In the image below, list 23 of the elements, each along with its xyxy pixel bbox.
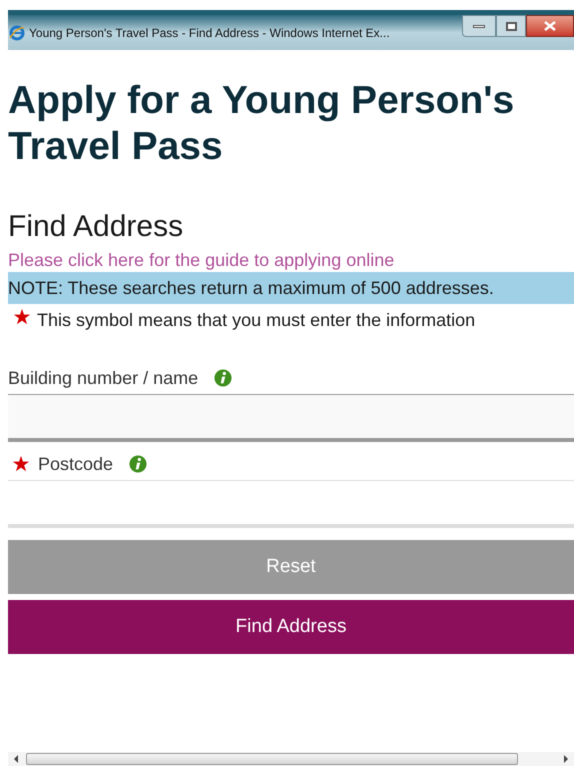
scroll-right-icon[interactable] <box>562 754 570 764</box>
section-heading: Find Address <box>8 210 184 244</box>
scrollbar-thumb[interactable] <box>26 753 518 765</box>
info-icon[interactable] <box>129 455 148 473</box>
scroll-left-icon[interactable] <box>12 754 20 764</box>
page-heading: Apply for a Young Person's Travel Pass <box>8 78 516 170</box>
required-icon <box>13 308 31 326</box>
maximize-button[interactable] <box>496 15 526 37</box>
info-icon[interactable] <box>214 369 232 387</box>
find-address-button[interactable]: Find Address <box>8 600 574 654</box>
browser-icon <box>9 24 25 40</box>
guide-link[interactable]: Please click here for the guide to applying online <box>8 248 574 272</box>
field-label: Postcode <box>38 453 114 476</box>
close-icon <box>544 21 556 31</box>
field-label: Building number / name <box>8 367 198 390</box>
minimize-button[interactable] <box>462 15 496 37</box>
reset-button[interactable]: Reset <box>8 540 574 594</box>
input-field[interactable] <box>8 394 574 442</box>
close-button[interactable] <box>526 15 574 37</box>
note-banner: NOTE: These searches return a maximum of 500 addresses. <box>8 272 574 304</box>
horizontal-scrollbar[interactable] <box>8 752 574 766</box>
window-title: Young Person's Travel Pass - Find Address - Windows Internet Ex... <box>29 24 390 42</box>
required-legend: This symbol means that you must enter the information <box>37 308 476 332</box>
